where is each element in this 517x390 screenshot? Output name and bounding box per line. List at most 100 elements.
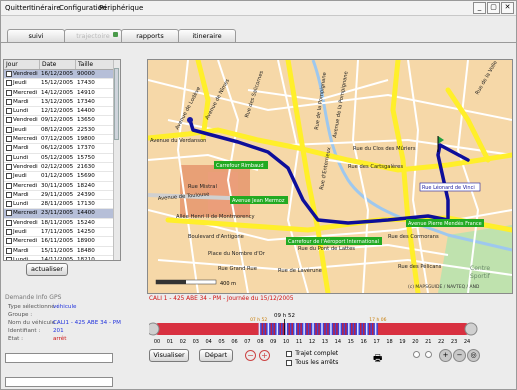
rewind-icon[interactable] <box>413 351 420 360</box>
maximize-button[interactable]: ▢ <box>487 2 500 14</box>
size-cell: 15690 <box>77 173 95 180</box>
hour-tick-label: 22 <box>438 339 444 345</box>
day-cell: Vendredi <box>4 219 40 227</box>
table-row[interactable]: Mercredi 23/11/2005 14400 <box>4 209 120 219</box>
menu-itineraire[interactable]: Itinéraire <box>29 4 61 12</box>
date-cell: 16/12/2005 <box>41 71 74 77</box>
hour-tick-label: 21 <box>425 339 431 345</box>
row-checkbox[interactable] <box>6 126 12 133</box>
map-zoom-out-icon[interactable]: − <box>453 349 466 362</box>
day-text: Lundi <box>13 256 29 261</box>
row-checkbox[interactable] <box>6 247 12 254</box>
row-checkbox[interactable] <box>6 136 12 143</box>
table-row[interactable]: Vendredi 18/11/2005 15240 <box>4 219 120 229</box>
row-checkbox[interactable] <box>6 117 12 124</box>
tab-rapports[interactable]: rapports <box>121 29 179 42</box>
map-view[interactable]: Avenue de Nîmes Rue de la Pompignane Ave… <box>147 59 513 294</box>
timeline[interactable]: 00 01 02 03 04 05 06 07 08 09 10 11 12 13 14 15 16 17 18 19… <box>146 303 509 351</box>
col-jour[interactable]: Jour <box>4 60 40 69</box>
scroll-thumb[interactable] <box>114 68 119 140</box>
hour-tick-label: 18 <box>386 339 392 345</box>
table-row[interactable]: Jeudi 15/12/2005 17430 <box>4 79 120 89</box>
poi-label: Rue Léonard de Vinci <box>422 184 475 191</box>
close-button[interactable]: ✕ <box>501 2 514 14</box>
full-path-checkbox[interactable] <box>286 350 292 357</box>
row-checkbox[interactable] <box>6 201 12 208</box>
hour-tick-label: 10 <box>283 339 289 345</box>
table-row[interactable]: Lundi 14/11/2005 18210 <box>4 256 120 261</box>
row-checkbox[interactable] <box>6 80 12 87</box>
row-checkbox[interactable] <box>6 71 12 77</box>
table-row[interactable]: Jeudi 08/12/2005 22530 <box>4 126 120 136</box>
table-row[interactable]: Vendredi 02/12/2005 21630 <box>4 163 120 173</box>
row-checkbox[interactable] <box>6 145 12 152</box>
table-row[interactable]: Mercredi 07/12/2005 19800 <box>4 135 120 145</box>
day-cell: Mercredi <box>4 182 40 190</box>
start-button[interactable]: Départ <box>199 349 233 362</box>
map-zoom-in-icon[interactable]: + <box>439 349 452 362</box>
menu-peripherique[interactable]: Périphérique <box>99 4 143 12</box>
table-row[interactable]: Mardi 13/12/2005 17340 <box>4 98 120 108</box>
table-row[interactable]: Lundi 28/11/2005 17130 <box>4 200 120 210</box>
day-cell: Mercredi <box>4 135 40 143</box>
row-checkbox[interactable] <box>6 219 12 226</box>
map-canvas[interactable]: Avenue de Nîmes Rue de la Pompignane Ave… <box>148 60 512 293</box>
col-date[interactable]: Date <box>40 60 76 69</box>
row-checkbox[interactable] <box>6 182 12 189</box>
row-checkbox[interactable] <box>6 210 12 217</box>
all-stops-checkbox[interactable] <box>286 359 292 366</box>
date-cell: 18/11/2005 <box>41 219 74 226</box>
date-cell: 23/11/2005 <box>41 210 74 217</box>
col-taille[interactable]: Taille <box>76 60 114 69</box>
row-checkbox[interactable] <box>6 154 12 161</box>
timeline-canvas[interactable]: 00 01 02 03 04 05 06 07 08 09 10 11 12 13 14 15 16 17 18 19… <box>146 303 509 351</box>
zoom-in-icon[interactable]: + <box>259 350 270 361</box>
table-row[interactable]: Mercredi 30/11/2005 18240 <box>4 182 120 191</box>
tab-trajectoire[interactable]: trajectoire <box>64 29 122 42</box>
menu-quitter[interactable]: Quitter <box>5 4 30 12</box>
table-row[interactable]: Lundi 05/12/2005 15750 <box>4 154 120 163</box>
table-row[interactable]: Vendredi 16/12/2005 90000 <box>4 70 120 80</box>
table-row[interactable]: Mercredi 14/12/2005 14910 <box>4 89 120 98</box>
hour-tick-label: 05 <box>218 339 224 345</box>
timeline-event <box>258 323 261 335</box>
table-row[interactable]: Jeudi 01/12/2005 15690 <box>4 172 120 182</box>
date-cell: 07/12/2005 <box>41 136 74 143</box>
row-checkbox[interactable] <box>6 191 12 198</box>
tab-itineraire[interactable]: itineraire <box>178 29 236 42</box>
day-text: Mardi <box>13 191 29 198</box>
grid-scrollbar[interactable] <box>113 60 120 260</box>
row-checkbox[interactable] <box>6 89 12 96</box>
type-value: véhicule <box>53 304 77 310</box>
row-checkbox[interactable] <box>6 108 12 115</box>
row-checkbox[interactable] <box>6 256 12 260</box>
table-row[interactable]: Lundi 12/12/2005 14400 <box>4 107 120 117</box>
row-checkbox[interactable] <box>6 173 12 180</box>
timeline-event <box>342 323 344 335</box>
table-row[interactable]: Mardi 29/11/2005 24390 <box>4 191 120 201</box>
timeline-right-cap <box>464 322 478 336</box>
table-row[interactable]: Vendredi 09/12/2005 13650 <box>4 116 120 126</box>
row-checkbox[interactable] <box>6 238 12 245</box>
table-row[interactable]: Mercredi 16/11/2005 18900 <box>4 237 120 247</box>
full-path-option[interactable]: Trajet complet <box>285 349 338 357</box>
track-caption: CALI 1 - 425 ABE 34 - PM - Journée du 15… <box>149 296 294 302</box>
table-row[interactable]: Mardi 06/12/2005 17370 <box>4 144 120 154</box>
status-field[interactable] <box>5 353 113 363</box>
forward-icon[interactable] <box>425 351 432 360</box>
table-row[interactable]: Mardi 15/11/2005 18480 <box>4 247 120 256</box>
minimize-button[interactable]: _ <box>473 2 486 14</box>
view-button[interactable]: Visualiser <box>149 349 189 362</box>
row-checkbox[interactable] <box>6 98 12 105</box>
tab-suivi[interactable]: suivi <box>7 29 65 42</box>
map-center-icon[interactable]: ◎ <box>467 349 480 362</box>
refresh-button[interactable]: actualiser <box>26 263 68 276</box>
row-checkbox[interactable] <box>6 229 12 236</box>
vehicle-label: Nom du véhicule : <box>8 320 59 326</box>
table-row[interactable]: Jeudi 17/11/2005 14250 <box>4 228 120 238</box>
print-icon[interactable]: 🖶 <box>373 351 382 368</box>
range-start-label: 07 h 52 <box>250 317 267 323</box>
row-checkbox[interactable] <box>6 163 12 170</box>
zoom-out-icon[interactable]: − <box>245 350 256 361</box>
all-stops-option[interactable]: Tous les arrêts <box>285 358 338 366</box>
